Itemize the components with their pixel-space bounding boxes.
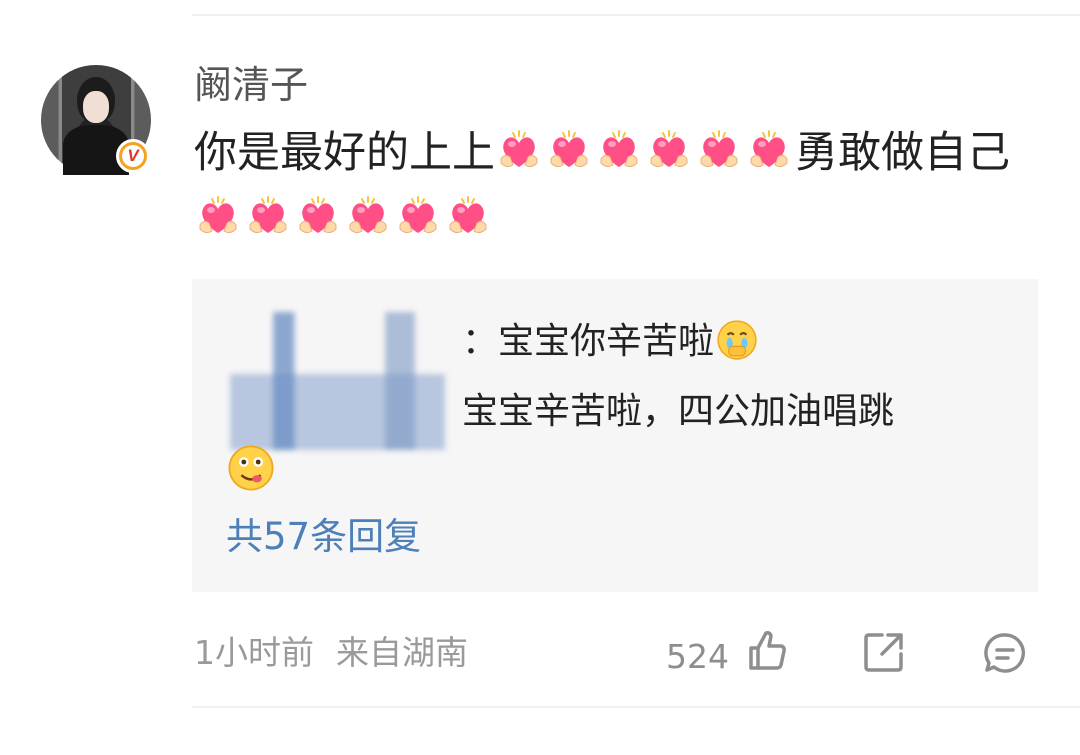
view-all-replies-link[interactable]: 共57条回复 <box>226 512 421 562</box>
comment-location: 来自湖南 <box>336 633 468 672</box>
top-divider <box>192 14 1080 16</box>
comment-text: 你是最好的上上 勇敢做自己 <box>194 120 1044 252</box>
heart-hands-emoji-icon <box>299 196 337 234</box>
avatar-face <box>83 91 109 123</box>
verified-badge-icon: V <box>116 139 150 173</box>
heart-hands-emoji-icon <box>600 130 638 168</box>
bottom-divider <box>192 706 1080 708</box>
yum-face-emoji-icon <box>228 445 274 491</box>
heart-hands-emoji-icon <box>449 196 487 234</box>
heart-emoji-group-1 <box>495 128 795 178</box>
share-icon[interactable] <box>862 630 906 674</box>
comment-meta: 1小时前 来自湖南 <box>194 630 468 676</box>
reply-item[interactable]: ：宝宝你辛苦啦 <box>462 318 758 366</box>
reply-item[interactable]: 宝宝辛苦啦，四公加油唱跳 <box>462 388 894 436</box>
like-count[interactable]: 524 <box>666 634 729 680</box>
heart-hands-emoji-icon <box>650 130 688 168</box>
heart-hands-emoji-icon <box>199 196 237 234</box>
heart-hands-emoji-icon <box>349 196 387 234</box>
crying-face-emoji-icon <box>717 320 757 360</box>
reply-text: 宝宝辛苦啦，四公加油唱跳 <box>462 391 895 432</box>
heart-hands-emoji-icon <box>249 196 287 234</box>
comment-text-part1: 你是最好的上上 <box>194 128 495 178</box>
heart-hands-emoji-icon <box>500 130 538 168</box>
heart-hands-emoji-icon <box>550 130 588 168</box>
blurred-reply-usernames <box>230 312 445 450</box>
username[interactable]: 阚清子 <box>194 60 308 110</box>
verified-badge-label: V <box>127 146 139 165</box>
comment-text-part2: 勇敢做自己 <box>795 128 1010 178</box>
comment-time: 1小时前 <box>194 633 314 672</box>
comment-bubble-icon[interactable] <box>982 630 1028 676</box>
thumbs-up-icon[interactable] <box>744 628 790 674</box>
reply-text: ：宝宝你辛苦啦 <box>462 321 715 362</box>
heart-emoji-group-2 <box>194 194 494 244</box>
heart-hands-emoji-icon <box>700 130 738 168</box>
heart-hands-emoji-icon <box>399 196 437 234</box>
heart-hands-emoji-icon <box>750 130 788 168</box>
